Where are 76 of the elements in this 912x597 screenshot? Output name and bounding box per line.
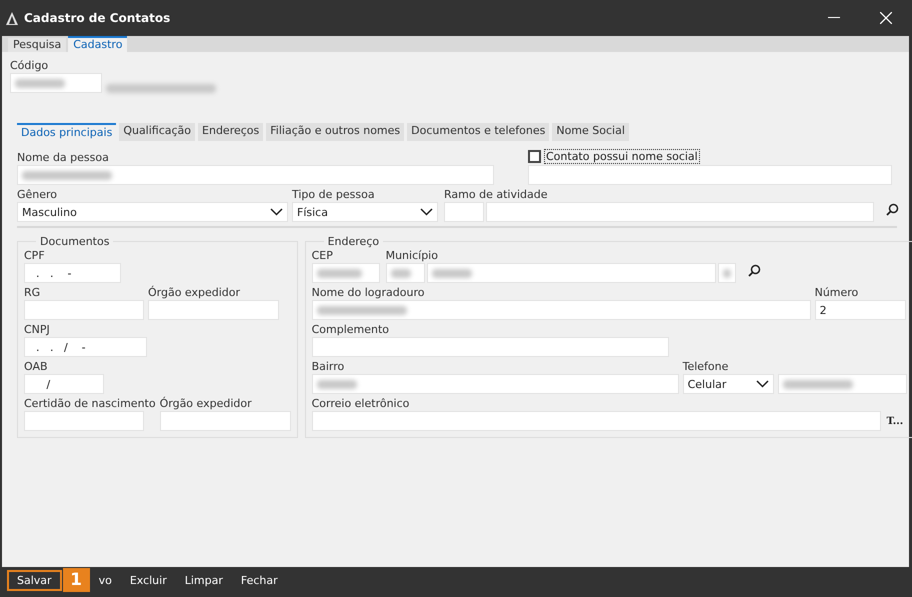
text-field[interactable] bbox=[312, 374, 679, 394]
text-field[interactable] bbox=[528, 165, 892, 185]
text-field[interactable] bbox=[444, 202, 484, 222]
text-field[interactable]: 2 bbox=[814, 300, 906, 320]
field-label: Gênero bbox=[17, 187, 58, 202]
text-field[interactable] bbox=[148, 300, 279, 320]
text-field[interactable] bbox=[426, 263, 716, 283]
blurred-text bbox=[432, 268, 472, 278]
text-field[interactable] bbox=[312, 263, 380, 283]
chevron-down-icon bbox=[270, 208, 283, 216]
dropdown[interactable]: Masculino bbox=[17, 202, 288, 222]
window-title: Cadastro de Contatos bbox=[24, 11, 170, 25]
tab[interactable]: Pesquisa bbox=[8, 38, 66, 52]
text-field[interactable] bbox=[718, 263, 736, 283]
text-field[interactable] bbox=[24, 411, 144, 431]
text-field[interactable] bbox=[160, 411, 291, 431]
group-title: Documentos bbox=[39, 235, 110, 248]
button-label[interactable]: T... bbox=[886, 416, 904, 426]
tab[interactable]: Qualificação bbox=[119, 123, 196, 141]
field-label: Número bbox=[814, 285, 860, 300]
toolbar-button[interactable]: Salvar bbox=[7, 570, 62, 590]
field-label: OAB bbox=[24, 359, 49, 374]
text-field[interactable] bbox=[10, 73, 102, 93]
field-label: Órgão expedidor bbox=[148, 285, 242, 300]
chevron-down-icon bbox=[420, 208, 433, 216]
chevron-down-icon bbox=[756, 380, 769, 388]
text-field[interactable]: / bbox=[24, 374, 104, 394]
field-label: Correio eletrônico bbox=[312, 396, 410, 411]
text-field[interactable]: . . / - bbox=[24, 337, 147, 357]
field-label: Tipo de pessoa bbox=[292, 187, 376, 202]
field-label: Bairro bbox=[312, 359, 346, 374]
blurred-text bbox=[722, 268, 731, 278]
app-logo-icon bbox=[6, 12, 18, 24]
blurred-text bbox=[316, 380, 357, 388]
tab[interactable]: Documentos e telefones bbox=[407, 123, 550, 141]
dropdown[interactable]: Física bbox=[292, 202, 438, 222]
text-field[interactable] bbox=[17, 165, 494, 185]
field-label: Município bbox=[386, 248, 439, 263]
field-label: Certidão de nascimento bbox=[24, 396, 156, 411]
checkbox-label: Contato possui nome social bbox=[544, 149, 700, 164]
tab[interactable]: Endereços bbox=[198, 123, 264, 141]
step-badge: 1 bbox=[62, 568, 90, 592]
text-field[interactable] bbox=[312, 411, 881, 431]
field-label: Telefone bbox=[682, 359, 730, 374]
blurred-text bbox=[316, 268, 362, 278]
tab[interactable]: Filiação e outros nomes bbox=[266, 123, 404, 141]
tab[interactable]: Nome Social bbox=[552, 123, 629, 141]
search-icon[interactable] bbox=[886, 203, 899, 216]
text-field[interactable] bbox=[386, 263, 425, 283]
text-field[interactable]: . . - bbox=[24, 263, 121, 283]
blurred-text bbox=[15, 78, 65, 88]
field-label: CEP bbox=[312, 248, 334, 263]
text-field[interactable] bbox=[778, 374, 907, 394]
search-icon[interactable] bbox=[748, 264, 761, 277]
dropdown[interactable]: Celular bbox=[682, 374, 774, 394]
checkbox[interactable] bbox=[528, 150, 541, 163]
field-label: Código bbox=[10, 58, 50, 73]
field-label: Nome do logradouro bbox=[312, 285, 426, 300]
blurred-text bbox=[782, 380, 853, 388]
field-label: Nome da pessoa bbox=[17, 150, 110, 165]
text-field[interactable] bbox=[312, 300, 811, 320]
tab[interactable]: Cadastro bbox=[68, 36, 128, 52]
tab[interactable]: Dados principais bbox=[17, 123, 116, 141]
field-label: CPF bbox=[24, 248, 46, 263]
field-label: CNPJ bbox=[24, 322, 51, 337]
group-title: Endereço bbox=[326, 235, 380, 248]
text-field[interactable] bbox=[486, 202, 874, 222]
minimize-icon[interactable] bbox=[828, 17, 840, 19]
text-field[interactable] bbox=[24, 300, 144, 320]
field-label: Complemento bbox=[312, 322, 390, 337]
blurred-text bbox=[390, 268, 411, 278]
field-label: RG bbox=[24, 285, 42, 300]
text-field[interactable] bbox=[312, 337, 669, 357]
close-icon[interactable] bbox=[880, 12, 892, 24]
field-label: Órgão expedidor bbox=[160, 396, 253, 411]
field-label: Ramo de atividade bbox=[444, 187, 548, 202]
